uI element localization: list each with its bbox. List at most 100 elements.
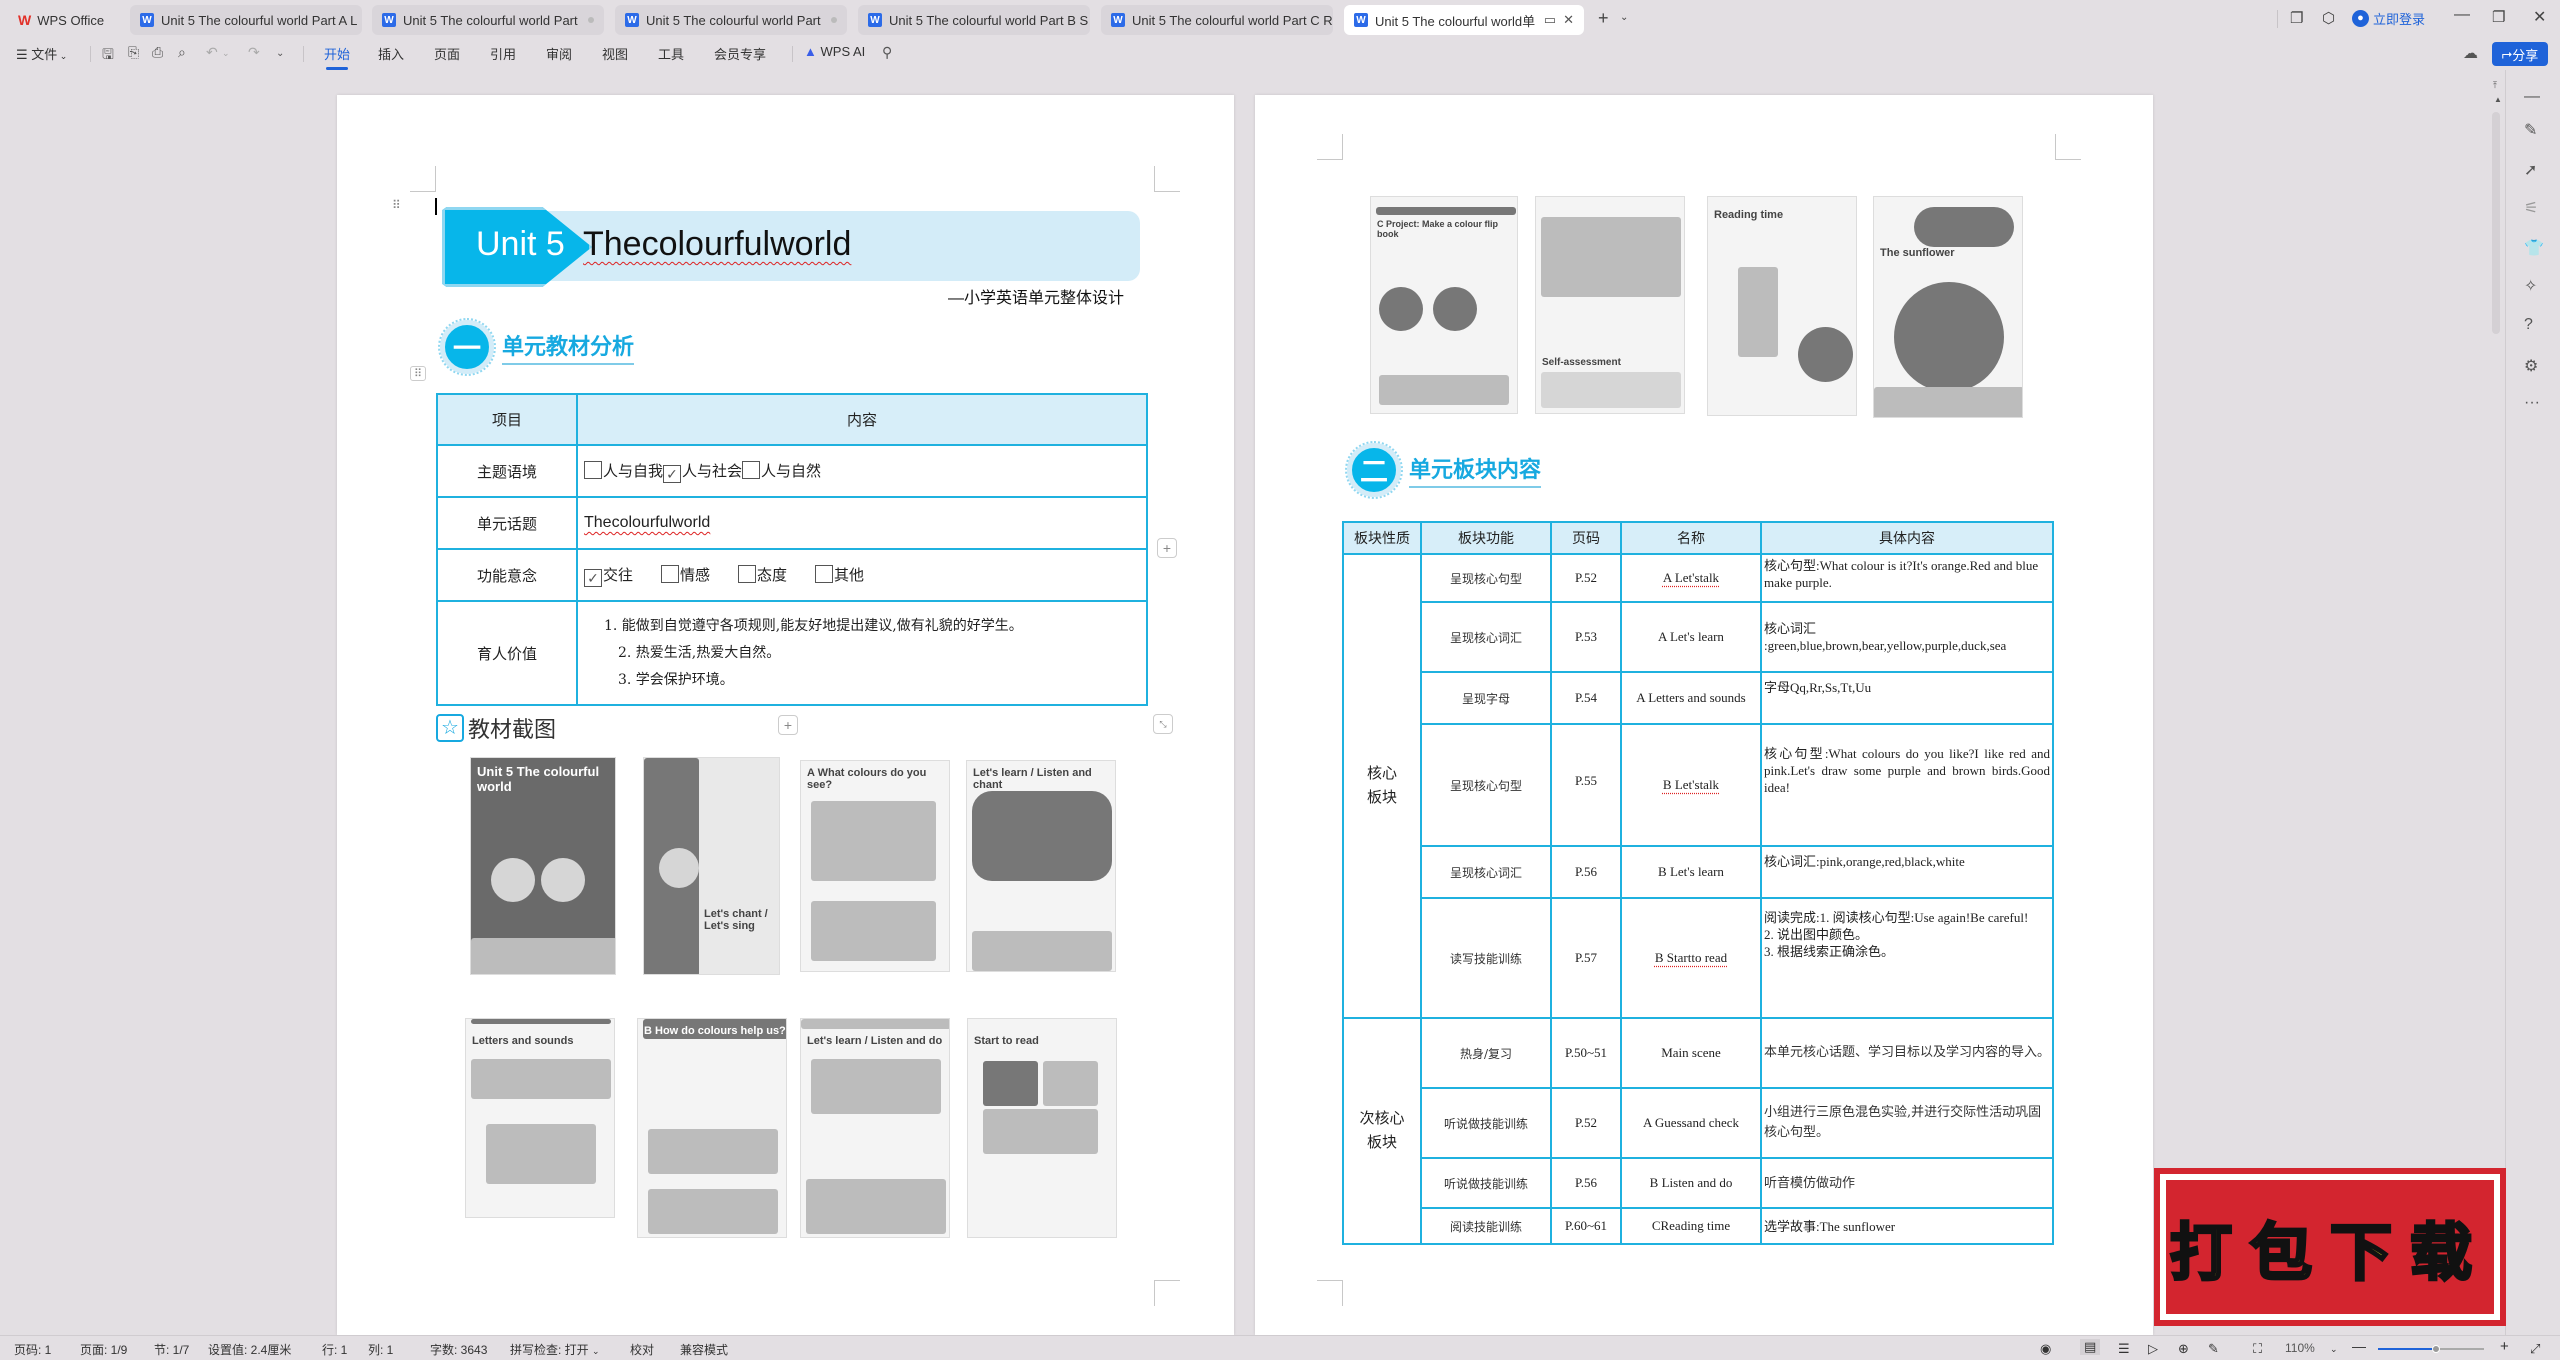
status-section[interactable]: 节: 1/7 [154,1341,189,1358]
textbook-thumbnail[interactable]: Let's learn / Listen and chant [966,760,1116,972]
cube-icon[interactable]: ⬡ [2322,9,2335,27]
textbook-thumbnail[interactable]: A What colours do you see? [800,760,950,972]
textbook-thumbnail[interactable]: Let's chant / Let's sing [643,757,780,975]
vertical-scrollbar[interactable] [2492,112,2500,334]
share-button[interactable]: ⮣ 分享 [2492,42,2548,66]
menu-references[interactable]: 引用 [490,44,516,63]
menu-home[interactable]: 开始 [324,44,350,70]
status-setting[interactable]: 设置值: 2.4厘米 [208,1341,291,1358]
fit-page-icon[interactable]: ⛶ [2253,1341,2262,1357]
download-stamp-banner[interactable]: 打包下载 [2154,1168,2506,1326]
login-button[interactable]: ● 立即登录 [2352,9,2425,28]
magic-wand-icon[interactable]: ✧ [2524,276,2537,296]
checkbox-communication[interactable]: ✓ 交往 [584,564,633,587]
menu-insert[interactable]: 插入 [378,44,404,63]
drag-handle-icon[interactable]: ⠿ [392,198,401,212]
tab-document[interactable]: W Unit 5 The colourful world Part B S [858,5,1090,35]
shirt-settings-icon[interactable]: ⚙ [2524,356,2538,376]
menu-view[interactable]: 视图 [602,44,628,63]
fullscreen-icon[interactable]: ⤢ [2530,1341,2540,1357]
save-icon[interactable]: 🖫 [102,44,114,68]
close-window-button[interactable]: ✕ [2533,7,2546,27]
eye-protection-icon[interactable]: ◉ [2040,1341,2051,1357]
redo-icon[interactable]: ↷ [248,44,260,61]
textbook-thumbnail[interactable]: Start to read [967,1018,1117,1238]
print-preview-icon[interactable]: ⌕ [178,44,186,61]
scroll-up-arrow-icon[interactable]: ▲ [2494,95,2502,104]
menu-review[interactable]: 审阅 [546,44,572,63]
menu-tools[interactable]: 工具 [658,44,684,63]
status-column[interactable]: 列: 1 [368,1341,393,1358]
zoom-out-button[interactable]: — [2352,1338,2366,1354]
new-tab-plus-icon[interactable]: + [1598,8,1609,29]
zoom-dropdown-icon[interactable]: ⌄ [2330,1344,2338,1355]
expand-table-icon[interactable]: ⤡ [1153,714,1173,734]
pen-annotate-icon[interactable]: ✎ [2208,1341,2219,1357]
window-layout-icon[interactable]: ❐ [2290,9,2303,27]
export-pdf-icon[interactable]: ⎘ [128,44,139,61]
tab-document[interactable]: W Unit 5 The colourful world Part [615,5,847,35]
zoom-level[interactable]: 110% [2285,1341,2315,1355]
tab-close-icon[interactable]: ✕ [1563,12,1574,28]
pen-edit-icon[interactable]: ✎ [2524,120,2537,140]
proofread-button[interactable]: 校对 [630,1341,654,1358]
status-row[interactable]: 行: 1 [322,1341,347,1358]
status-word-count[interactable]: 字数: 3643 [430,1341,487,1358]
textbook-thumbnail[interactable]: C Project: Make a colour flip book [1370,196,1518,414]
textbook-thumbnail[interactable]: Self-assessment [1535,196,1685,414]
checkbox-self[interactable]: 人与自我 [584,460,663,480]
tab-wps-home[interactable]: W WPS Office [8,5,128,35]
tab-document[interactable]: W Unit 5 The colourful world Part [372,5,604,35]
collapse-panel-icon[interactable]: — [2524,88,2540,106]
zoom-slider-track[interactable] [2378,1345,2484,1353]
status-pages[interactable]: 页面: 1/9 [80,1341,127,1358]
zoom-in-button[interactable]: + [2500,1338,2509,1355]
scroll-top-icon[interactable]: ⤒ [2493,80,2497,91]
web-view-icon[interactable]: ⊕ [2178,1341,2189,1357]
restore-button[interactable]: ❐ [2492,8,2505,26]
checkbox-attitude[interactable]: 态度 [738,564,787,585]
topic-value[interactable]: Thecolourfulworld [576,496,1148,550]
status-page-number[interactable]: 页码: 1 [14,1341,51,1358]
textbook-thumbnail[interactable]: Letters and sounds [465,1018,615,1218]
textbook-thumbnail[interactable]: Let's learn / Listen and do [800,1018,950,1238]
textbook-thumbnail[interactable]: B How do colours help us? [637,1018,787,1238]
select-cursor-icon[interactable]: ➚ [2524,160,2537,180]
add-column-button[interactable]: + [1157,538,1177,558]
zoom-slider-handle[interactable] [2432,1345,2441,1353]
print-icon[interactable]: ⎙ [152,44,163,61]
checkbox-society[interactable]: ✓ 人与社会 [663,463,742,483]
checkbox-nature[interactable]: 人与自然 [742,460,821,480]
unit-title[interactable]: Thecolourfulworld [583,225,851,264]
cloud-upload-icon[interactable]: ☁ [2463,44,2478,62]
textbook-thumbnail[interactable]: The sunflower [1873,196,2023,418]
sliders-icon[interactable]: ⚟ [2524,198,2538,218]
minimize-button[interactable]: — [2454,6,2470,24]
theme-style-icon[interactable]: 👕 [2524,238,2544,258]
quick-access-chevron-icon[interactable]: ⌄ [276,48,284,59]
textbook-thumbnail[interactable]: Reading time [1707,196,1857,416]
menu-page[interactable]: 页面 [434,44,460,63]
page-view-icon[interactable]: ▤ [2080,1339,2101,1355]
play-slideshow-icon[interactable]: ▷ [2148,1341,2158,1357]
checkbox-emotion[interactable]: 情感 [661,564,710,585]
tab-list-chevron-icon[interactable]: ⌄ [1620,12,1628,23]
help-icon[interactable]: ? [2524,316,2533,334]
checkbox-other[interactable]: 其他 [815,564,864,585]
search-icon[interactable]: ⚲ [882,44,892,61]
outline-view-icon[interactable]: ☰ [2118,1341,2130,1357]
thumbnail-graphic [648,1189,778,1234]
wps-ai-button[interactable]: ▲ WPS AI [804,44,865,59]
tab-document[interactable]: W Unit 5 The colourful world Part A L [130,5,362,35]
table-handle-icon[interactable]: ⠿ [410,366,427,381]
menu-member[interactable]: 会员专享 [714,44,766,63]
spell-check-toggle[interactable]: 拼写检查: 打开 ⌄ [510,1341,600,1358]
more-icon[interactable]: ··· [2524,394,2540,412]
undo-icon[interactable]: ↶ [206,44,218,61]
add-row-button[interactable]: + [778,715,798,735]
undo-dropdown-icon[interactable]: ⌄ [222,48,230,59]
tab-document[interactable]: W Unit 5 The colourful world Part C R [1101,5,1333,35]
tab-document-active[interactable]: W Unit 5 The colourful world单 ▭ ✕ [1344,5,1584,35]
file-menu-button[interactable]: ☰ 文件 ⌄ [16,44,67,63]
textbook-thumbnail[interactable]: Unit 5 The colourful world [470,757,616,975]
